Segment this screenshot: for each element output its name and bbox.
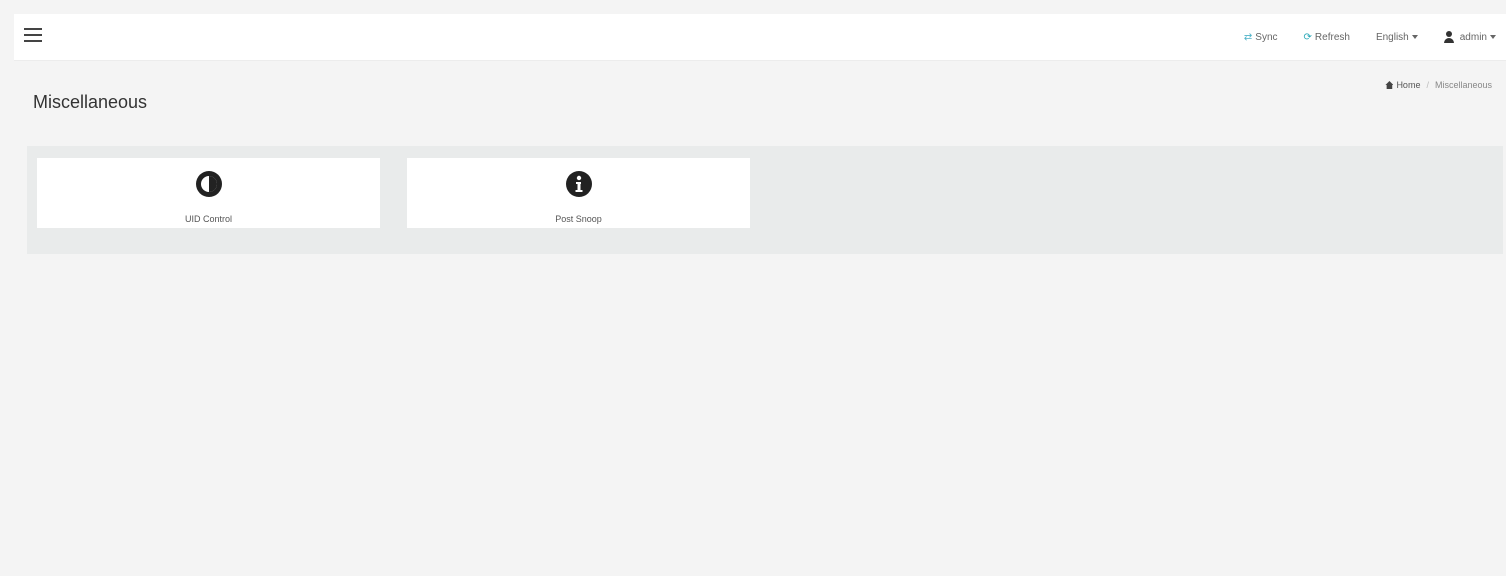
tile-post-snoop[interactable]: Post Snoop: [407, 158, 750, 228]
breadcrumb: Home / Miscellaneous: [1385, 80, 1492, 90]
top-navbar: ⇄ Sync ⟳ Refresh English admin: [14, 14, 1506, 61]
language-label: English: [1375, 31, 1409, 43]
language-dropdown[interactable]: English: [1376, 32, 1418, 43]
chevron-down-icon: [1490, 35, 1496, 39]
user-dropdown[interactable]: admin: [1443, 31, 1496, 43]
tiles-panel: UID Control Post Snoop: [27, 146, 1503, 254]
sync-label: Sync: [1255, 31, 1278, 43]
contrast-icon: [195, 171, 222, 197]
sync-icon: ⇄: [1243, 31, 1253, 43]
tile-label: Post Snoop: [555, 214, 602, 224]
top-nav-links: ⇄ Sync ⟳ Refresh English admin: [1218, 14, 1496, 60]
refresh-icon: ⟳: [1303, 31, 1312, 43]
user-label: admin: [1459, 31, 1487, 43]
breadcrumb-current: Miscellaneous: [1434, 80, 1492, 90]
user-icon: [1443, 31, 1454, 43]
home-icon: [1385, 81, 1394, 89]
refresh-label: Refresh: [1314, 31, 1350, 43]
breadcrumb-home-link[interactable]: Home: [1396, 80, 1420, 90]
refresh-link[interactable]: ⟳ Refresh: [1304, 32, 1350, 43]
info-circle-icon: [565, 171, 592, 197]
page-title: Miscellaneous: [33, 92, 148, 112]
tile-uid-control[interactable]: UID Control: [37, 158, 380, 228]
hamburger-menu-icon[interactable]: [24, 28, 42, 42]
chevron-down-icon: [1411, 35, 1418, 39]
sync-link[interactable]: ⇄ Sync: [1244, 32, 1278, 43]
breadcrumb-separator: /: [1426, 80, 1429, 90]
tile-label: UID Control: [184, 214, 232, 224]
